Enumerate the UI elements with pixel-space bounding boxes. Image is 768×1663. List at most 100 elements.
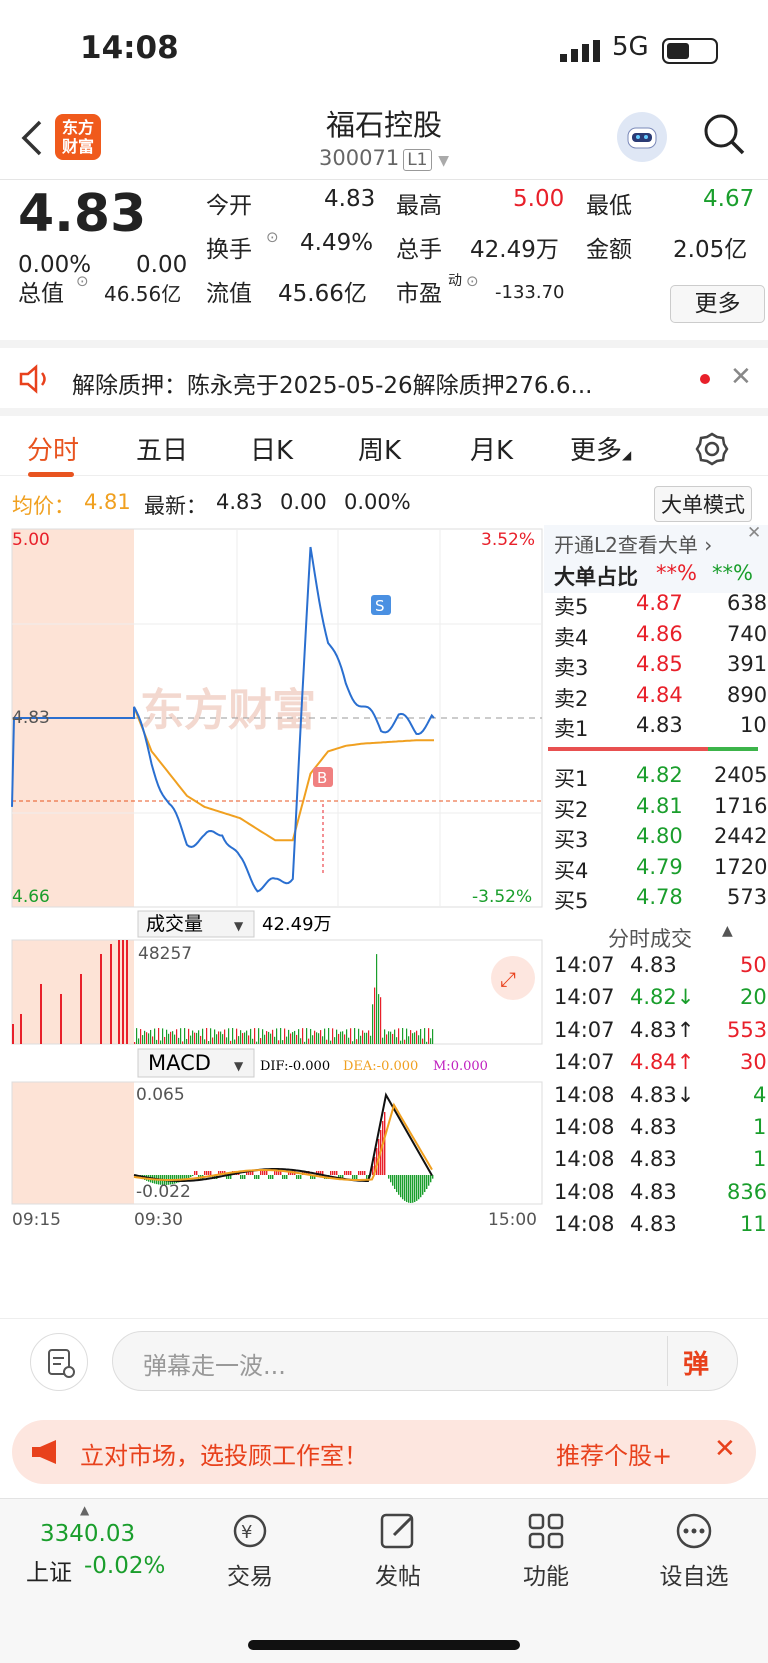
close-icon[interactable]: ✕	[730, 362, 752, 392]
time-start-label: 09:15	[12, 1210, 61, 1230]
volume-bar	[320, 1030, 322, 1044]
promo-banner[interactable]: 立对市场，选投顾工作室！ 推荐个股+ ✕	[12, 1420, 756, 1484]
quote-panel: 4.83 0.00% 0.00 今开 4.83 最高 5.00 最低 4.67 …	[0, 182, 768, 332]
caret-icon: ◢	[622, 448, 632, 462]
news-bar[interactable]: 解除质押：陈永亮于2025-05-26解除质押276.6... ✕	[0, 340, 768, 408]
info-icon[interactable]: ⊙	[266, 228, 279, 246]
index-value[interactable]: 3340.03	[40, 1521, 135, 1547]
tab-more[interactable]: 更多◢	[570, 430, 631, 467]
index-name[interactable]: 上证	[26, 1553, 72, 1587]
volume-bar	[60, 994, 62, 1044]
macd-bar	[410, 1175, 412, 1203]
macd-bar	[432, 1175, 434, 1179]
volume-bar	[12, 1024, 14, 1044]
volume-bar	[100, 954, 102, 1044]
macd-bar	[194, 1171, 196, 1175]
volume-bar	[268, 1031, 270, 1044]
volume-bar	[334, 1037, 336, 1044]
more-button[interactable]: 更多	[670, 285, 765, 323]
tab-monthly[interactable]: 月K	[470, 430, 513, 467]
order-row: 卖2 4.84 890	[554, 683, 767, 713]
tab-intraday[interactable]: 分时	[27, 430, 79, 467]
volume-bar	[228, 1028, 230, 1044]
more-dots-icon	[676, 1513, 712, 1549]
macd-bar	[242, 1175, 244, 1179]
bid-volume: 573	[727, 885, 768, 909]
info-icon[interactable]: ⊙	[76, 272, 89, 290]
macd-bar	[296, 1175, 298, 1179]
tick-time: 14:07	[554, 1050, 615, 1075]
search-icon[interactable]	[702, 112, 746, 156]
bid-price: 4.80	[636, 824, 683, 848]
grid-icon	[528, 1513, 564, 1549]
volume-bar	[294, 1030, 296, 1044]
order-row: 14:07 4.84↑ 30	[554, 1050, 767, 1080]
float-label: 流值	[206, 281, 252, 307]
volume-bar	[180, 1028, 182, 1044]
speaker-icon	[19, 364, 46, 394]
ticks-label[interactable]: 分时成交	[608, 923, 692, 953]
sell-marker-label: S	[375, 597, 385, 615]
tab-weekly[interactable]: 周K	[358, 430, 401, 467]
function-tab[interactable]: 功能	[491, 1511, 601, 1591]
volume-bar	[156, 1039, 158, 1044]
macd-bar	[266, 1171, 268, 1175]
danmaku-toggle[interactable]: 弹	[683, 1344, 709, 1381]
tab-five-day[interactable]: 五日	[136, 430, 188, 467]
tab-daily[interactable]: 日K	[250, 430, 293, 467]
volume-bar	[140, 1029, 142, 1044]
trade-tab[interactable]: ¥ 交易	[195, 1511, 305, 1591]
volume-bar	[288, 1029, 290, 1044]
sort-icon[interactable]: ▲	[722, 923, 733, 939]
notes-button[interactable]	[30, 1333, 88, 1391]
tick-volume: 1	[753, 1147, 767, 1172]
close-icon[interactable]: ✕	[747, 523, 761, 543]
ask-level: 卖1	[554, 717, 589, 741]
y-mid-label: 4.83	[12, 708, 50, 728]
post-tab[interactable]: 发帖	[343, 1511, 453, 1591]
volume-bar	[316, 1032, 318, 1044]
l2-text: 开通L2查看大单	[554, 533, 698, 557]
favorite-tab[interactable]: 设自选	[639, 1511, 749, 1591]
volume-bar	[40, 984, 42, 1044]
close-icon[interactable]: ✕	[714, 1434, 736, 1464]
volume-bar	[138, 1038, 140, 1044]
volume-bar	[248, 1035, 250, 1044]
macd-bar	[424, 1175, 426, 1193]
volume-bar	[220, 1031, 222, 1044]
volume-bar	[358, 1028, 360, 1044]
megaphone-icon	[32, 1440, 56, 1464]
volume-bar	[160, 1040, 162, 1044]
comment-input[interactable]: 弹幕走一波... 弹	[112, 1331, 738, 1391]
info-icon[interactable]: ⊙	[466, 272, 479, 290]
volume-bar	[318, 1033, 320, 1044]
volume-bar	[366, 1032, 368, 1044]
banner-link[interactable]: 推荐个股+	[556, 1436, 672, 1471]
volume-bar	[276, 1028, 278, 1044]
settings-icon[interactable]	[695, 432, 729, 466]
index-pct[interactable]: -0.02%	[84, 1553, 165, 1579]
assistant-avatar-icon[interactable]	[617, 112, 667, 162]
volume-bar	[196, 1032, 198, 1044]
macd-bar	[268, 1175, 270, 1179]
volume-bar	[146, 1032, 148, 1044]
volume-bar	[352, 1041, 354, 1044]
l2-promo-text: 开通L2查看大单 ›	[554, 529, 712, 558]
macd-bar	[398, 1175, 400, 1195]
stock-code: 300071	[319, 146, 400, 170]
index-expand-icon[interactable]: ▲	[80, 1503, 89, 1517]
time-end-label: 15:00	[488, 1210, 537, 1230]
big-order-mode-button[interactable]: 大单模式	[654, 486, 752, 522]
trade-icon: ¥	[233, 1514, 267, 1548]
period-tabs: 分时 五日 日K 周K 月K 更多◢	[0, 408, 768, 477]
bid-price: 4.79	[636, 854, 683, 879]
volume-bar	[422, 1038, 424, 1044]
macd-bar	[350, 1171, 352, 1175]
tick-price: 4.83	[630, 1115, 677, 1139]
macd-bar	[284, 1175, 286, 1179]
volume-bar	[290, 1033, 292, 1044]
macd-bar	[416, 1175, 418, 1201]
banner-text: 立对市场，选投顾工作室！	[80, 1442, 368, 1470]
macd-bar	[412, 1175, 414, 1203]
macd-bar	[258, 1175, 260, 1179]
